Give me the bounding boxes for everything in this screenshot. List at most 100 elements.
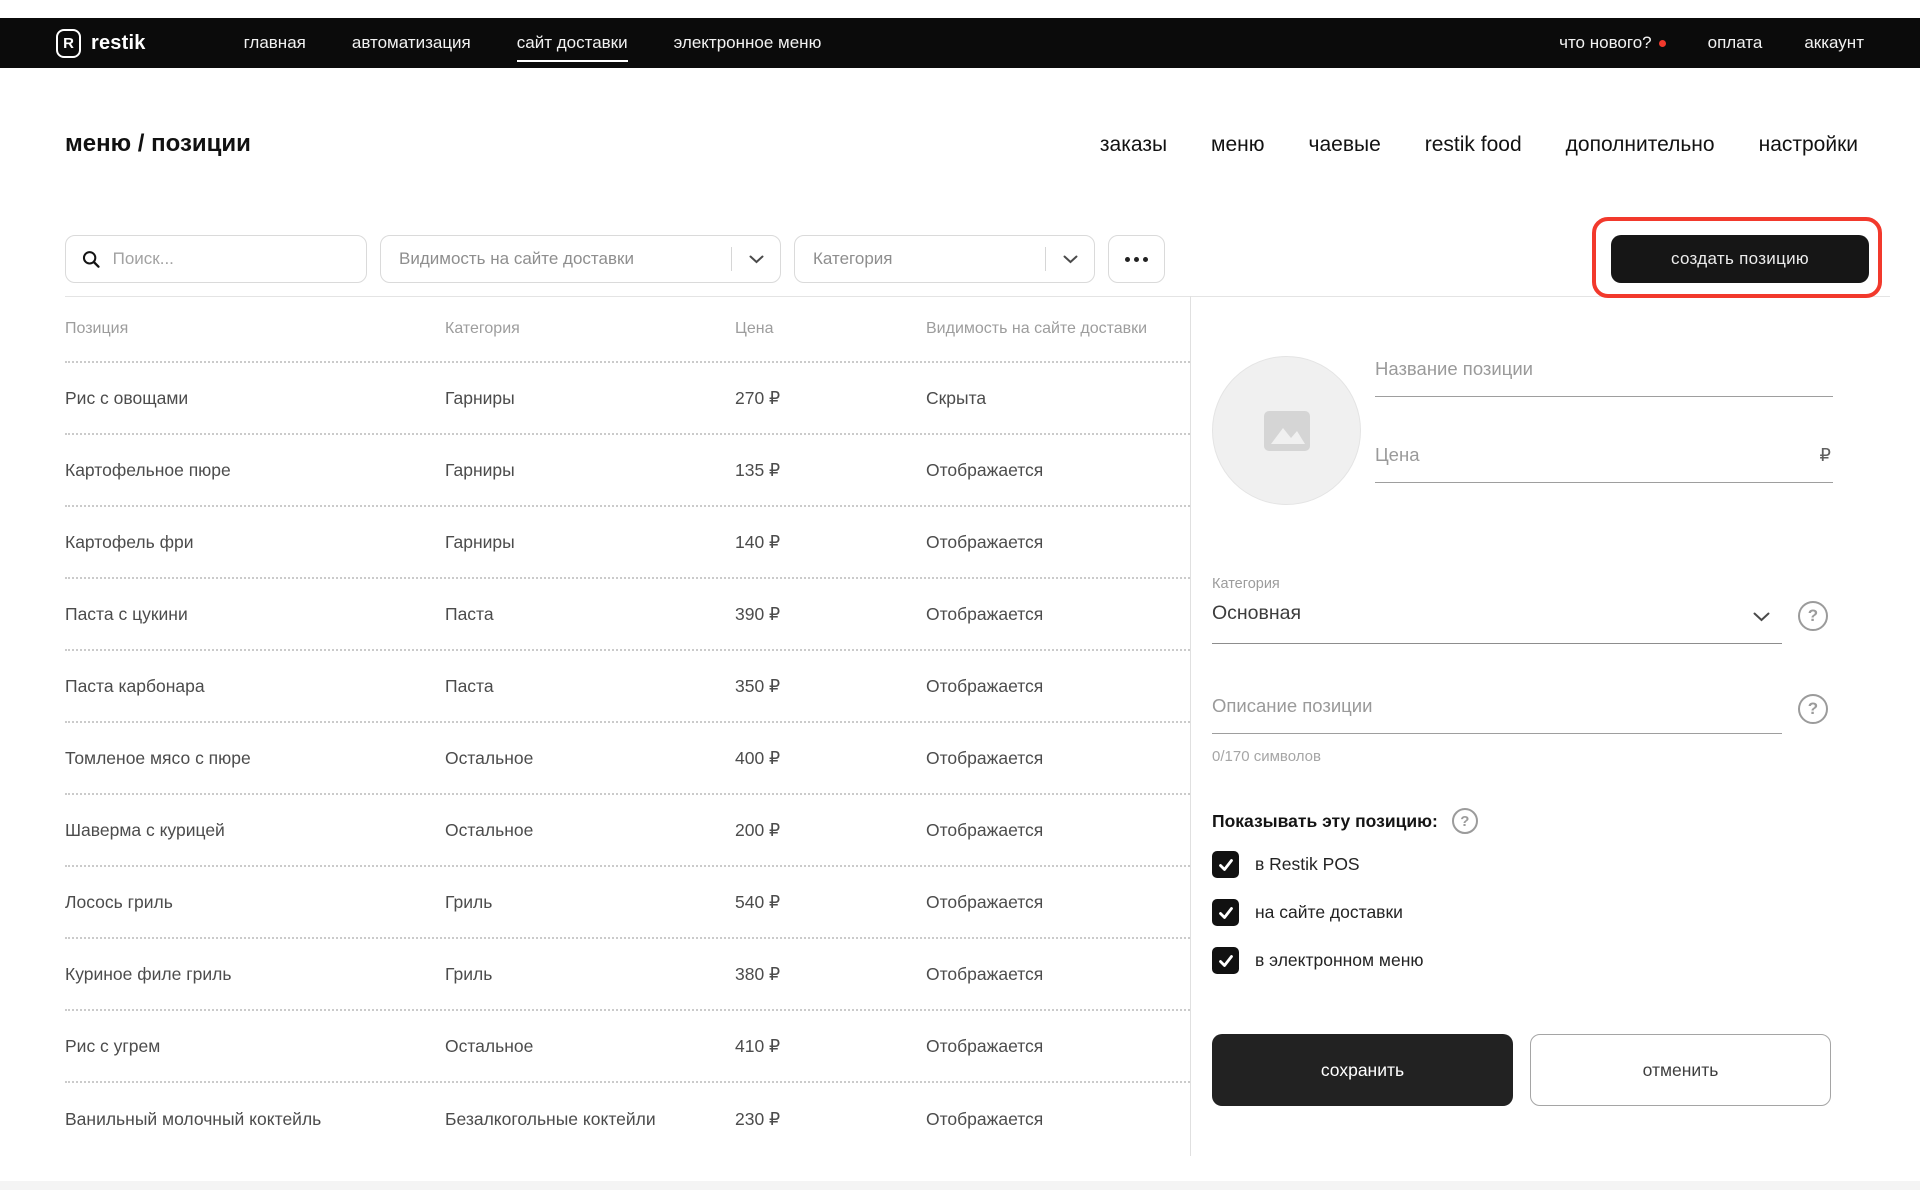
topbar-right-label: оплата [1708, 33, 1763, 53]
position-name-input[interactable] [1375, 358, 1833, 380]
notification-dot-icon [1659, 40, 1666, 47]
save-button[interactable]: сохранить [1212, 1034, 1513, 1106]
section-tab[interactable]: чаевые [1309, 133, 1381, 157]
section-tab[interactable]: дополнительно [1566, 133, 1715, 157]
cell-position: Паста с цукини [65, 604, 445, 625]
char-counter: 0/170 символов [1212, 748, 1321, 765]
cell-category: Гриль [445, 964, 735, 985]
cell-position: Томленое мясо с пюре [65, 748, 445, 769]
filter-row: Видимость на сайте доставки Категория [65, 235, 1165, 283]
positions-table: Позиция Категория Цена Видимость на сайт… [65, 297, 1190, 1155]
page-title: меню / позиции [65, 130, 251, 158]
topbar-right-item[interactable]: что нового? [1559, 33, 1666, 53]
table-row[interactable]: Картофельное пюре Гарниры 135 ₽ Отобража… [65, 435, 1190, 507]
category-filter-dropdown[interactable]: Категория [794, 235, 1095, 283]
table-row[interactable]: Томленое мясо с пюре Остальное 400 ₽ Ото… [65, 723, 1190, 795]
table-row[interactable]: Рис с овощами Гарниры 270 ₽ Скрыта [65, 363, 1190, 435]
cell-price: 410 ₽ [735, 1036, 926, 1057]
section-tab[interactable]: restik food [1425, 133, 1522, 157]
table-body: Рис с овощами Гарниры 270 ₽ Скрыта Карто… [65, 363, 1190, 1155]
page: R restik главная автоматизация сайт дост… [0, 0, 1920, 1190]
topbar-right-item[interactable]: оплата [1708, 33, 1763, 53]
position-price-input[interactable] [1375, 444, 1820, 466]
checkbox-delivery-site[interactable]: на сайте доставки [1212, 899, 1403, 926]
cell-category: Паста [445, 676, 735, 697]
cell-visibility: Отображается [926, 748, 1190, 769]
show-position-label: Показывать эту позицию: [1212, 811, 1438, 832]
column-header-category: Категория [445, 320, 735, 338]
checkbox-icon [1212, 947, 1239, 974]
cell-visibility: Отображается [926, 604, 1190, 625]
cell-position: Картофельное пюре [65, 460, 445, 481]
topnav-item[interactable]: автоматизация [352, 33, 471, 53]
search-icon [82, 249, 101, 270]
category-field-label: Категория [1212, 576, 1280, 592]
section-tab[interactable]: заказы [1100, 133, 1167, 157]
position-description-input[interactable] [1212, 695, 1782, 717]
category-selected-value: Основная [1212, 602, 1301, 624]
cell-price: 540 ₽ [735, 892, 926, 913]
brand-logo[interactable]: R restik [56, 29, 146, 58]
cell-price: 200 ₽ [735, 820, 926, 841]
table-row[interactable]: Паста с цукини Паста 390 ₽ Отображается [65, 579, 1190, 651]
category-select[interactable]: Основная [1212, 602, 1782, 644]
position-edit-panel: ₽ Категория Основная ? ? 0/170 символов … [1190, 296, 1890, 1166]
create-position-button[interactable]: создать позицию [1611, 235, 1869, 283]
table-row[interactable]: Куриное филе гриль Гриль 380 ₽ Отображае… [65, 939, 1190, 1011]
restik-logo-icon: R [56, 29, 81, 58]
search-input[interactable] [113, 249, 352, 269]
chevron-down-icon [1046, 255, 1094, 264]
checkbox-icon [1212, 851, 1239, 878]
name-field [1375, 358, 1833, 397]
checkbox-restik-pos[interactable]: в Restik POS [1212, 851, 1360, 878]
topnav-item[interactable]: сайт доставки [517, 33, 628, 62]
top-navigation: главная автоматизация сайт доставки элек… [244, 33, 822, 53]
cell-price: 140 ₽ [735, 532, 926, 553]
table-row[interactable]: Лосось гриль Гриль 540 ₽ Отображается [65, 867, 1190, 939]
topnav-item[interactable]: электронное меню [674, 33, 822, 53]
cell-visibility: Скрыта [926, 388, 1190, 409]
table-row[interactable]: Паста карбонара Паста 350 ₽ Отображается [65, 651, 1190, 723]
cell-price: 380 ₽ [735, 964, 926, 985]
section-tab[interactable]: меню [1211, 133, 1264, 157]
cell-category: Остальное [445, 1036, 735, 1057]
cell-visibility: Отображается [926, 676, 1190, 697]
table-row[interactable]: Картофель фри Гарниры 140 ₽ Отображается [65, 507, 1190, 579]
cell-price: 230 ₽ [735, 1109, 926, 1130]
cell-price: 270 ₽ [735, 388, 926, 409]
cancel-button[interactable]: отменить [1530, 1034, 1831, 1106]
cell-position: Шаверма с курицей [65, 820, 445, 841]
cell-visibility: Отображается [926, 892, 1190, 913]
checkbox-label: в электронном меню [1255, 950, 1424, 971]
show-position-help-icon[interactable]: ? [1452, 808, 1478, 834]
description-help-icon[interactable]: ? [1798, 694, 1828, 724]
visibility-filter-label: Видимость на сайте доставки [399, 249, 731, 269]
cell-category: Остальное [445, 748, 735, 769]
cell-category: Гарниры [445, 460, 735, 481]
section-tab[interactable]: настройки [1759, 133, 1858, 157]
topbar-right-label: что нового? [1559, 33, 1652, 53]
checkbox-electronic-menu[interactable]: в электронном меню [1212, 947, 1424, 974]
visibility-filter-dropdown[interactable]: Видимость на сайте доставки [380, 235, 781, 283]
table-row[interactable]: Ванильный молочный коктейль Безалкогольн… [65, 1083, 1190, 1155]
cell-category: Безалкогольные коктейли [445, 1109, 735, 1130]
column-header-visibility: Видимость на сайте доставки [926, 320, 1190, 338]
checkbox-icon [1212, 899, 1239, 926]
cell-category: Гарниры [445, 532, 735, 553]
category-filter-label: Категория [813, 249, 1045, 269]
cell-price: 350 ₽ [735, 676, 926, 697]
chevron-down-icon [732, 255, 780, 264]
more-filters-button[interactable] [1108, 235, 1165, 283]
topbar-right-item[interactable]: аккаунт [1804, 33, 1864, 53]
cell-category: Паста [445, 604, 735, 625]
cell-position: Лосось гриль [65, 892, 445, 913]
photo-upload[interactable] [1212, 356, 1361, 505]
table-row[interactable]: Шаверма с курицей Остальное 200 ₽ Отобра… [65, 795, 1190, 867]
topnav-item[interactable]: главная [244, 33, 306, 53]
brand-name: restik [91, 32, 146, 55]
image-placeholder-icon [1261, 408, 1313, 454]
table-row[interactable]: Рис с угрем Остальное 410 ₽ Отображается [65, 1011, 1190, 1083]
category-help-icon[interactable]: ? [1798, 601, 1828, 631]
title-row: меню / позиции заказы меню чаевые restik… [65, 130, 1858, 158]
cell-category: Остальное [445, 820, 735, 841]
